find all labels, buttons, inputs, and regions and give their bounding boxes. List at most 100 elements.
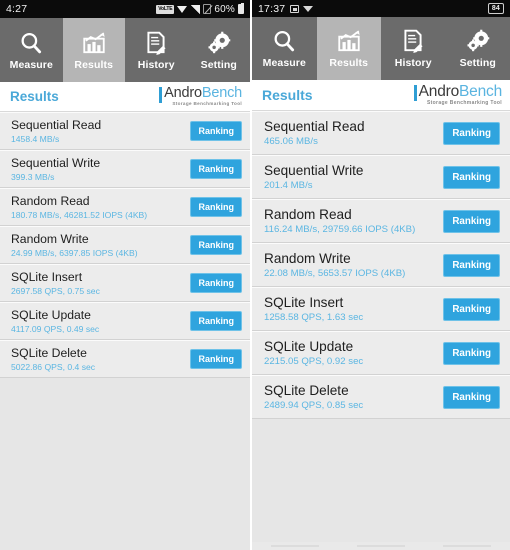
- result-value: 180.78 MB/s, 46281.52 IOPS (4KB): [11, 210, 148, 220]
- nav-home-hint[interactable]: [357, 545, 405, 547]
- result-title: SQLite Insert: [11, 270, 83, 284]
- battery-percent-label: 60%: [214, 3, 235, 15]
- results-list-right: Sequential Read 465.06 MB/s Ranking Sequent…: [252, 111, 510, 419]
- result-row-texts: Sequential Read 465.06 MB/s: [264, 119, 365, 147]
- logo-primary: Andro: [418, 82, 460, 100]
- result-row[interactable]: Random Write 24.99 MB/s, 6397.85 IOPS (4K…: [0, 226, 250, 264]
- gears-icon: [465, 28, 491, 54]
- sim-off-icon: [203, 4, 212, 14]
- result-value: 1458.4 MB/s: [11, 134, 60, 144]
- logo-tagline: Storage Benchmarking Tool: [172, 101, 242, 107]
- battery-icon: [238, 3, 244, 14]
- ranking-button[interactable]: Ranking: [190, 159, 242, 179]
- result-row[interactable]: Sequential Write 399.3 MB/s Ranking: [0, 150, 250, 188]
- tab-bar-left[interactable]: Measure Results History Setting: [0, 18, 250, 82]
- results-header-left: Results AndroBench Storage Benchmarking …: [0, 82, 250, 112]
- result-title: SQLite Delete: [264, 383, 349, 398]
- ranking-button[interactable]: Ranking: [443, 121, 500, 145]
- status-bar-left: 4:27 VoLTE 60%: [0, 0, 250, 18]
- ranking-button[interactable]: Ranking: [443, 297, 500, 321]
- result-title: Sequential Write: [264, 163, 364, 178]
- result-title: Sequential Write: [11, 156, 101, 170]
- logo-bar-icon: [413, 84, 417, 101]
- tab-label: Measure: [262, 57, 306, 69]
- results-header-right: Results AndroBench Storage Benchmarking …: [252, 80, 510, 111]
- result-row-texts: Random Read 116.24 MB/s, 29759.66 IOPS (4…: [264, 207, 415, 235]
- result-value: 2489.94 QPS, 0.85 sec: [264, 400, 364, 411]
- tab-setting[interactable]: Setting: [445, 17, 510, 80]
- result-row[interactable]: SQLite Update 2215.05 QPS, 0.92 sec Rankin…: [252, 331, 510, 375]
- gears-icon: [206, 30, 232, 56]
- logo-secondary: Bench: [459, 82, 502, 100]
- result-row[interactable]: Random Write 22.08 MB/s, 5653.57 IOPS (4K…: [252, 243, 510, 287]
- result-value: 1258.58 QPS, 1.63 sec: [264, 312, 364, 323]
- result-row-texts: SQLite Delete 5022.86 QPS, 0.4 sec: [11, 346, 95, 372]
- ranking-button[interactable]: Ranking: [190, 235, 242, 255]
- tab-bar-right[interactable]: Measure Results History Setting: [252, 17, 510, 80]
- result-row[interactable]: SQLite Update 4117.09 QPS, 0.49 sec Rankin…: [0, 302, 250, 340]
- ranking-button[interactable]: Ranking: [443, 385, 500, 409]
- logo-tagline: Storage Benchmarking Tool: [426, 100, 502, 107]
- result-row[interactable]: Random Read 116.24 MB/s, 29759.66 IOPS (4…: [252, 199, 510, 243]
- result-row[interactable]: SQLite Insert 2697.58 QPS, 0.75 sec Rankin…: [0, 264, 250, 302]
- tab-history[interactable]: History: [381, 17, 446, 80]
- ranking-button[interactable]: Ranking: [443, 253, 500, 277]
- result-title: SQLite Insert: [264, 295, 344, 310]
- result-value: 2697.58 QPS, 0.75 sec: [11, 286, 100, 296]
- ranking-button[interactable]: Ranking: [443, 165, 500, 189]
- result-title: Sequential Read: [11, 118, 102, 132]
- nav-back-hint[interactable]: [271, 545, 319, 547]
- nav-recents-hint[interactable]: [443, 545, 491, 547]
- ranking-button[interactable]: Ranking: [443, 341, 500, 365]
- result-value: 24.99 MB/s, 6397.85 IOPS (4KB): [11, 248, 138, 258]
- tab-label: History: [137, 58, 175, 71]
- tab-measure[interactable]: Measure: [252, 17, 317, 80]
- result-value: 116.24 MB/s, 29759.66 IOPS (4KB): [264, 224, 416, 235]
- magnifier-icon: [18, 30, 44, 56]
- ranking-button[interactable]: Ranking: [190, 311, 242, 331]
- wifi-icon: [177, 5, 188, 14]
- result-row[interactable]: Sequential Write 201.4 MB/s Ranking: [252, 155, 510, 199]
- tab-label: History: [394, 57, 432, 69]
- result-row-texts: SQLite Update 4117.09 QPS, 0.49 sec: [11, 308, 99, 334]
- result-row[interactable]: SQLite Delete 5022.86 QPS, 0.4 sec Ranking: [0, 340, 250, 378]
- tab-label: Setting: [200, 58, 237, 71]
- ranking-button[interactable]: Ranking: [190, 273, 242, 293]
- result-title: Random Read: [264, 207, 352, 222]
- status-time: 4:27: [6, 3, 28, 15]
- bar-chart-icon: [336, 28, 362, 54]
- result-row[interactable]: SQLite Insert 1258.58 QPS, 1.63 sec Rankin…: [252, 287, 510, 331]
- result-title: SQLite Update: [11, 308, 91, 322]
- ranking-button[interactable]: Ranking: [190, 349, 242, 369]
- result-row-texts: SQLite Insert 2697.58 QPS, 0.75 sec: [11, 270, 100, 296]
- result-row-texts: Sequential Write 201.4 MB/s: [264, 163, 364, 191]
- ranking-button[interactable]: Ranking: [443, 209, 500, 233]
- signal-icon: [191, 4, 201, 14]
- result-row[interactable]: SQLite Delete 2489.94 QPS, 0.85 sec Rankin…: [252, 375, 510, 419]
- tab-results[interactable]: Results: [62, 18, 125, 82]
- tab-history[interactable]: History: [125, 18, 188, 82]
- page-title: Results: [262, 87, 313, 103]
- battery-level-badge: 84: [487, 3, 504, 14]
- tab-label: Setting: [459, 57, 496, 69]
- result-row[interactable]: Random Read 180.78 MB/s, 46281.52 IOPS (4…: [0, 188, 250, 226]
- androbench-logo: AndroBench Storage Benchmarking Tool: [159, 86, 242, 107]
- cast-icon: [290, 4, 300, 13]
- ranking-button[interactable]: Ranking: [190, 121, 242, 141]
- result-row[interactable]: Sequential Read 1458.4 MB/s Ranking: [0, 112, 250, 150]
- bar-chart-icon: [81, 30, 107, 56]
- result-title: Random Write: [11, 232, 89, 246]
- ranking-button[interactable]: Ranking: [190, 197, 242, 217]
- phone-screen-left: 4:27 VoLTE 60% Measure Results History S…: [0, 0, 251, 550]
- tab-results[interactable]: Results: [316, 17, 381, 80]
- result-title: Random Read: [11, 194, 90, 208]
- tab-setting[interactable]: Setting: [187, 18, 250, 82]
- tab-measure[interactable]: Measure: [0, 18, 63, 82]
- result-row-texts: Sequential Write 399.3 MB/s: [11, 156, 100, 182]
- list-filler-right: [252, 419, 510, 539]
- result-row-texts: Random Write 24.99 MB/s, 6397.85 IOPS (4K…: [11, 232, 138, 258]
- result-row[interactable]: Sequential Read 465.06 MB/s Ranking: [252, 111, 510, 155]
- androbench-logo: AndroBench Storage Benchmarking Tool: [413, 82, 502, 107]
- logo-primary: Andro: [164, 84, 202, 101]
- result-value: 5022.86 QPS, 0.4 sec: [11, 362, 96, 372]
